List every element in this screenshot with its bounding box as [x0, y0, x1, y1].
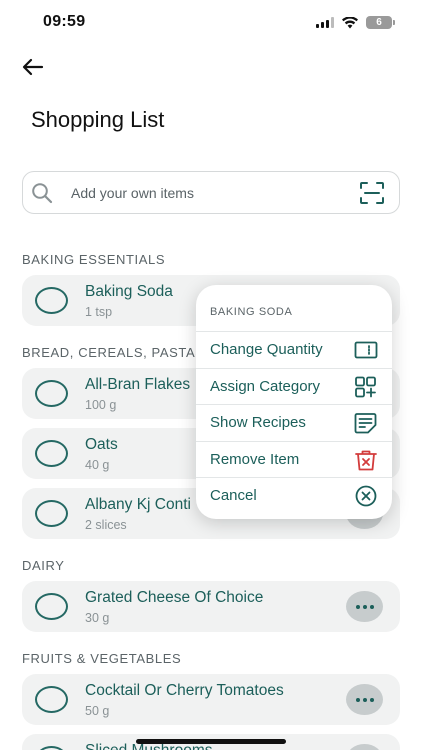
quantity-icon	[354, 341, 378, 359]
barcode-scan-icon[interactable]	[359, 181, 385, 205]
item-checkbox[interactable]	[35, 500, 68, 527]
item-checkbox[interactable]	[35, 440, 68, 467]
section-header: BREAD, CEREALS, PASTAS	[22, 345, 205, 360]
item-name: Grated Cheese Of Choice	[85, 589, 264, 606]
item-name: All-Bran Flakes	[85, 376, 191, 393]
category-icon	[355, 376, 376, 398]
item-quantity: 50 g	[85, 704, 110, 718]
item-checkbox[interactable]	[35, 380, 68, 407]
list-item[interactable]: Cocktail Or Cherry Tomatoes 50 g	[22, 674, 400, 725]
item-checkbox[interactable]	[35, 593, 68, 620]
remove-item-button[interactable]: Remove Item	[196, 442, 392, 478]
item-quantity: 30 g	[85, 611, 110, 625]
section-header: BAKING ESSENTIALS	[22, 252, 166, 267]
menu-item-label: Show Recipes	[210, 414, 306, 431]
item-quantity: 1 tsp	[85, 305, 113, 319]
search-input[interactable]	[71, 182, 341, 204]
item-checkbox[interactable]	[35, 686, 68, 713]
section-header: FRUITS & VEGETABLES	[22, 651, 182, 666]
menu-item-label: Change Quantity	[210, 341, 323, 358]
item-quantity: 2 slices	[85, 518, 127, 532]
item-name: Albany Kj Conti	[85, 496, 191, 513]
item-name: Cocktail Or Cherry Tomatoes	[85, 682, 284, 699]
more-options-button[interactable]	[346, 744, 383, 750]
assign-category-button[interactable]: Assign Category	[196, 369, 392, 405]
cancel-icon	[355, 485, 377, 507]
menu-item-label: Cancel	[210, 487, 257, 504]
menu-item-label: Assign Category	[210, 378, 321, 395]
cancel-button[interactable]: Cancel	[196, 478, 392, 514]
page-title: Shopping List	[31, 107, 165, 132]
item-quantity: 100 g	[85, 398, 117, 412]
search-box	[22, 171, 400, 214]
home-indicator	[136, 739, 286, 744]
battery-icon: 6	[366, 16, 395, 29]
status-bar: 09:59 6	[0, 0, 422, 46]
menu-item-label: Remove Item	[210, 451, 300, 468]
more-options-button[interactable]	[346, 684, 383, 715]
signal-icon	[316, 17, 334, 28]
item-context-menu: BAKING SODA Change Quantity Assign Categ…	[196, 285, 392, 519]
menu-title: BAKING SODA	[210, 306, 293, 318]
section-header: DAIRY	[22, 558, 65, 573]
search-icon	[32, 183, 53, 204]
item-name: Oats	[85, 436, 118, 453]
trash-icon	[355, 450, 377, 471]
wifi-icon	[342, 16, 358, 28]
list-item[interactable]: Grated Cheese Of Choice 30 g	[22, 581, 400, 632]
change-quantity-button[interactable]: Change Quantity	[196, 332, 392, 368]
more-options-button[interactable]	[346, 591, 383, 622]
back-arrow-icon[interactable]	[18, 54, 48, 80]
item-quantity: 40 g	[85, 458, 110, 472]
recipes-icon	[354, 413, 377, 434]
item-checkbox[interactable]	[35, 287, 68, 314]
show-recipes-button[interactable]: Show Recipes	[196, 405, 392, 441]
item-name: Baking Soda	[85, 283, 173, 300]
item-checkbox[interactable]	[35, 746, 68, 750]
status-time: 09:59	[43, 13, 86, 30]
status-icons: 6	[316, 16, 395, 29]
